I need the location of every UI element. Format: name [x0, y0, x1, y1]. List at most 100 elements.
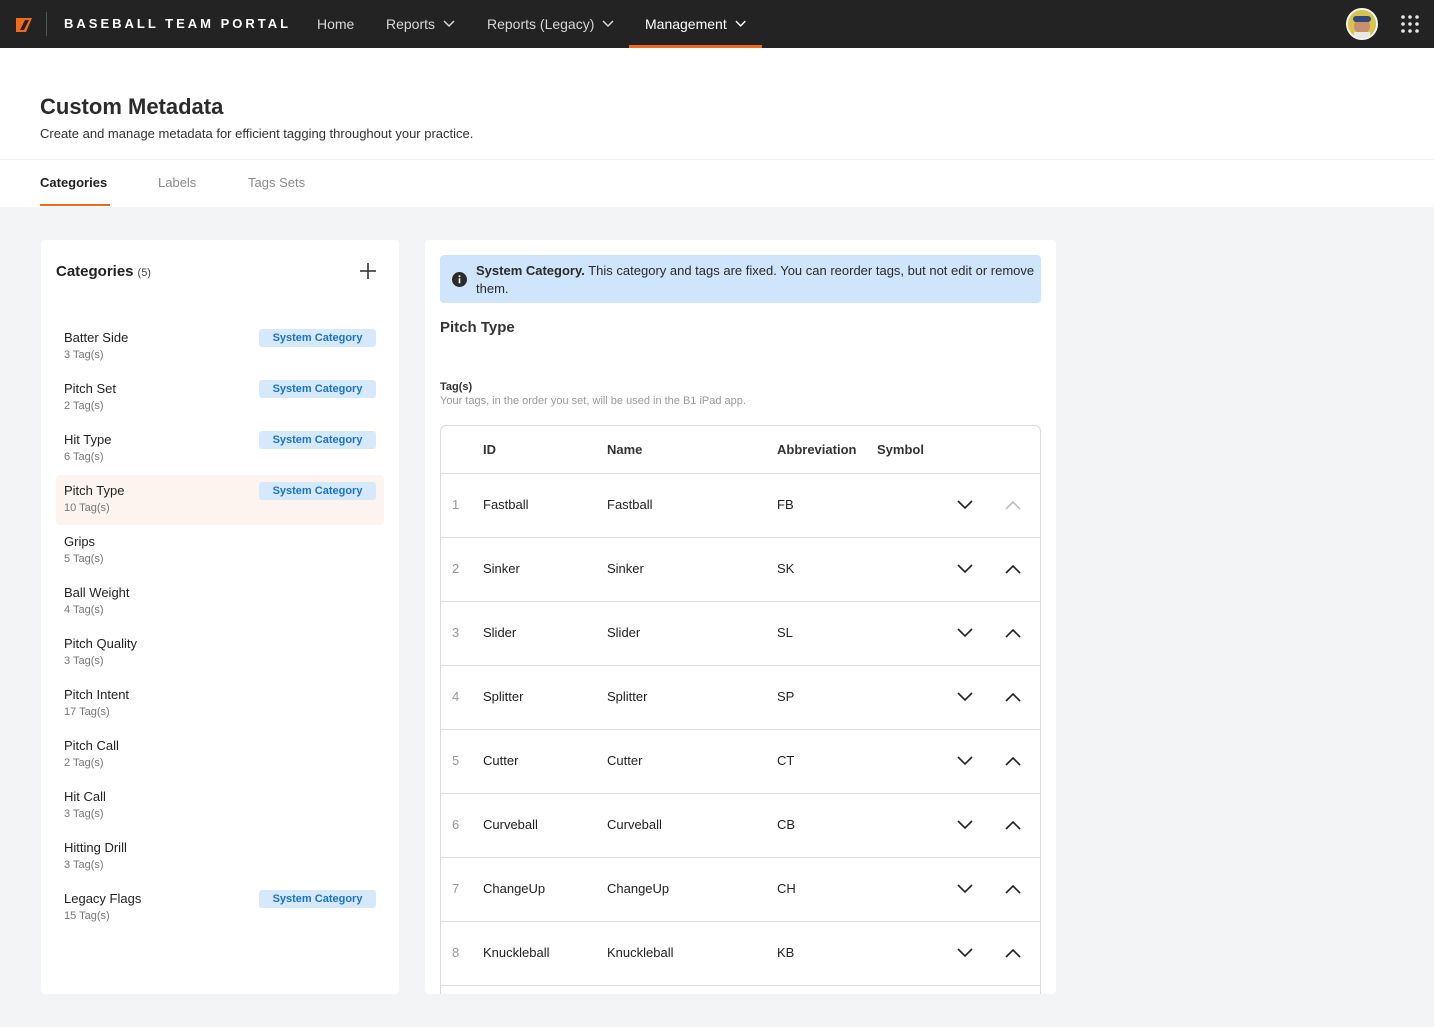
row-index: 8	[452, 945, 460, 960]
tags-help-text: Your tags, in the order you set, will be…	[440, 395, 746, 407]
tag-abbreviation: CT	[777, 753, 795, 768]
category-name: Pitch Type	[64, 483, 125, 498]
move-down-icon[interactable]	[957, 755, 973, 767]
nav-reports-legacy[interactable]: Reports (Legacy)	[487, 0, 614, 48]
chevron-down-icon	[602, 20, 614, 28]
tag-id: Knuckleball	[483, 945, 550, 960]
tag-name: Slider	[607, 625, 641, 640]
avatar-image	[1348, 10, 1376, 38]
tag-abbreviation: FB	[777, 497, 794, 512]
row-index: 4	[452, 689, 460, 704]
brand-logo-icon[interactable]	[16, 16, 32, 32]
move-down-icon[interactable]	[957, 499, 973, 511]
category-tag-count: 4 Tag(s)	[64, 604, 104, 616]
tag-id: Cutter	[483, 753, 519, 768]
list-item[interactable]: Grips 5 Tag(s)	[56, 526, 384, 576]
category-name: Pitch Quality	[64, 636, 137, 651]
move-down-icon[interactable]	[957, 691, 973, 703]
list-item[interactable]: Batter Side 3 Tag(s) System Category	[56, 322, 384, 372]
notice-text: System Category. This category and tags …	[476, 262, 1036, 298]
page-header: Custom Metadata Create and manage metada…	[0, 48, 1434, 207]
move-up-icon[interactable]	[1005, 627, 1021, 639]
tag-name: ChangeUp	[607, 881, 670, 896]
move-down-icon[interactable]	[957, 563, 973, 575]
tag-name: Splitter	[607, 689, 648, 704]
move-up-icon[interactable]	[1005, 755, 1021, 767]
tag-id: Curveball	[483, 817, 538, 832]
column-header-abbreviation: Abbreviation	[777, 442, 857, 457]
list-item[interactable]: Hit Call 3 Tag(s)	[56, 781, 384, 831]
nav-home[interactable]: Home	[317, 0, 354, 48]
tag-name: Curveball	[607, 817, 662, 832]
category-name: Hit Call	[64, 789, 106, 804]
move-down-icon[interactable]	[957, 947, 973, 959]
table-row: 3 Slider Slider SL	[441, 602, 1040, 666]
category-title: Pitch Type	[440, 319, 515, 336]
move-up-icon[interactable]	[1005, 883, 1021, 895]
category-tag-count: 2 Tag(s)	[64, 400, 104, 412]
plus-icon[interactable]	[359, 262, 377, 280]
tab-labels[interactable]: Labels	[158, 175, 196, 190]
tags-label: Tag(s)	[440, 381, 473, 393]
table-row: 8 Knuckleball Knuckleball KB	[441, 922, 1040, 986]
table-row: 1 Fastball Fastball FB	[441, 474, 1040, 538]
category-name: Pitch Intent	[64, 687, 130, 702]
category-tag-count: 3 Tag(s)	[64, 859, 104, 871]
nav-management[interactable]: Management	[629, 0, 762, 48]
table-row: 6 Curveball Curveball CB	[441, 794, 1040, 858]
move-down-icon[interactable]	[957, 627, 973, 639]
info-icon	[452, 272, 467, 287]
tag-abbreviation: SK	[777, 561, 795, 576]
tab-tag-sets[interactable]: Tags Sets	[248, 175, 305, 190]
list-item[interactable]: Legacy Flags 15 Tag(s) System Category	[56, 883, 384, 933]
list-item[interactable]: Hit Type 6 Tag(s) System Category	[56, 424, 384, 474]
status-badge: System Category	[259, 380, 376, 398]
row-index: 6	[452, 817, 460, 832]
row-index: 5	[452, 753, 460, 768]
tag-name: Knuckleball	[607, 945, 674, 960]
list-item[interactable]: Pitch Set 2 Tag(s) System Category	[56, 373, 384, 423]
category-name: Grips	[64, 534, 96, 549]
category-tag-count: 6 Tag(s)	[64, 451, 104, 463]
list-item[interactable]: Ball Weight 4 Tag(s)	[56, 577, 384, 627]
status-badge: System Category	[259, 329, 376, 347]
list-item[interactable]: Pitch Quality 3 Tag(s)	[56, 628, 384, 678]
nav-reports-label: Reports	[386, 16, 436, 32]
nav-management-label: Management	[645, 16, 727, 32]
chevron-down-icon	[735, 20, 746, 27]
category-tag-count: 2 Tag(s)	[64, 757, 104, 769]
list-item[interactable]: Hitting Drill 3 Tag(s)	[56, 832, 384, 882]
nav-reports-legacy-label: Reports (Legacy)	[487, 16, 595, 32]
user-avatar[interactable]	[1346, 8, 1378, 40]
tag-id: ChangeUp	[483, 881, 546, 896]
page-title: Custom Metadata	[40, 94, 224, 119]
list-item[interactable]: Pitch Call 2 Tag(s)	[56, 730, 384, 780]
nav-reports[interactable]: Reports	[386, 0, 455, 48]
category-name: Legacy Flags	[64, 891, 142, 906]
tag-id: Sinker	[483, 561, 520, 576]
list-item[interactable]: Pitch Type 10 Tag(s) System Category	[56, 475, 384, 525]
status-badge: System Category	[259, 890, 376, 908]
category-tag-count: 3 Tag(s)	[64, 349, 104, 361]
move-down-icon[interactable]	[957, 883, 973, 895]
tag-name: Sinker	[607, 561, 644, 576]
move-up-icon[interactable]	[1005, 563, 1021, 575]
category-name: Ball Weight	[64, 585, 130, 600]
tag-abbreviation: CH	[777, 881, 796, 896]
move-up-icon[interactable]	[1005, 947, 1021, 959]
category-name: Batter Side	[64, 330, 129, 345]
table-header: ID Name Abbreviation Symbol	[441, 426, 1040, 474]
list-item[interactable]: Pitch Intent 17 Tag(s)	[56, 679, 384, 729]
tab-categories[interactable]: Categories	[40, 175, 107, 190]
tag-abbreviation: SL	[777, 625, 793, 640]
move-up-icon	[1005, 500, 1021, 510]
move-up-icon[interactable]	[1005, 691, 1021, 703]
apps-grid-icon[interactable]	[1400, 14, 1420, 34]
page-subtitle: Create and manage metadata for efficient…	[40, 126, 474, 141]
tags-table: ID Name Abbreviation Symbol 1 Fastball Fas…	[440, 425, 1041, 994]
tag-id: Fastball	[483, 497, 529, 512]
system-category-notice: System Category. This category and tags …	[440, 255, 1041, 303]
row-index: 3	[452, 625, 460, 640]
move-up-icon[interactable]	[1005, 819, 1021, 831]
move-down-icon[interactable]	[957, 819, 973, 831]
